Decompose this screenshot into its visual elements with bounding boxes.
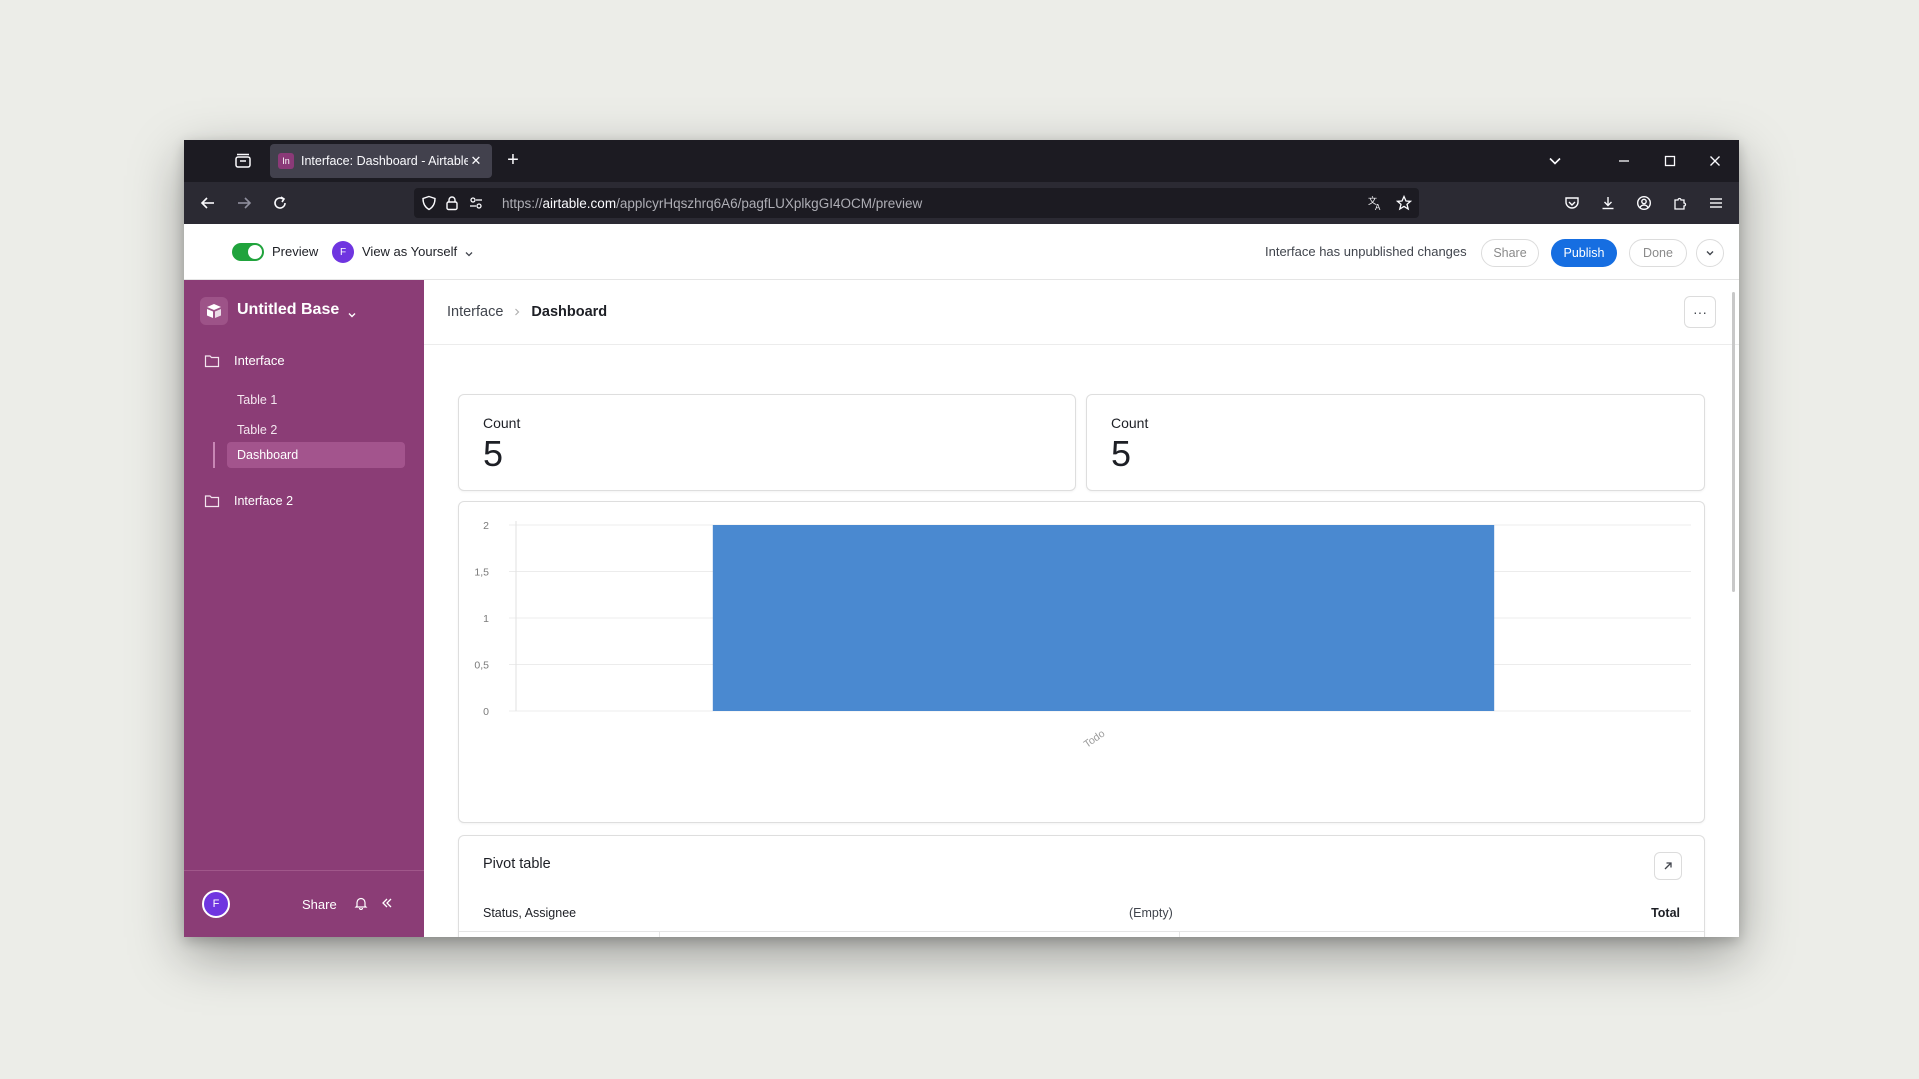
x-tick-label: Todo bbox=[1082, 728, 1108, 751]
close-icon[interactable]: ✕ bbox=[468, 153, 484, 169]
y-tick-label: 2 bbox=[483, 520, 489, 532]
tab-title: Interface: Dashboard - Airtable bbox=[301, 154, 468, 168]
y-tick-label: 1 bbox=[483, 613, 489, 625]
svg-text:A: A bbox=[1375, 203, 1381, 211]
stat-label: Count bbox=[483, 415, 521, 431]
stat-value: 5 bbox=[483, 433, 504, 474]
done-button[interactable]: Done bbox=[1629, 239, 1687, 267]
count-card[interactable]: Count 5 bbox=[458, 394, 1076, 491]
breadcrumb: Interface Dashboard bbox=[447, 304, 607, 320]
address-bar[interactable]: https://airtable.com/applcyrHqszhrq6A6/p… bbox=[414, 188, 1419, 218]
url-path: /applcyrHqszhrq6A6/pagfLUXplkgGI4OCM/pre… bbox=[616, 196, 923, 211]
sidebar-item-table-2[interactable]: Table 2 bbox=[227, 417, 405, 443]
minimize-icon[interactable] bbox=[1611, 148, 1637, 174]
tab-favicon: In bbox=[278, 153, 294, 169]
sidebar-item-label: Table 1 bbox=[237, 393, 278, 407]
avatar[interactable]: F bbox=[202, 890, 230, 918]
pivot-column-header: (Empty) bbox=[1129, 906, 1173, 920]
preview-label: Preview bbox=[272, 244, 319, 259]
forward-arrow-icon[interactable] bbox=[232, 191, 256, 215]
browser-window: In Interface: Dashboard - Airtable ✕ + h… bbox=[184, 140, 1739, 937]
more-options-button[interactable] bbox=[1696, 239, 1724, 267]
folder-icon bbox=[204, 495, 220, 508]
download-icon[interactable] bbox=[1596, 191, 1620, 215]
sidebar-item-table-1[interactable]: Table 1 bbox=[227, 387, 405, 413]
count-card[interactable]: Count 5 bbox=[1086, 394, 1705, 491]
pivot-column-divider bbox=[659, 931, 660, 937]
sidebar-item-label: Table 2 bbox=[237, 423, 278, 437]
pivot-table-card[interactable]: Pivot table Status, Assignee (Empty) Tot… bbox=[458, 835, 1705, 937]
y-tick-label: 0,5 bbox=[474, 660, 489, 672]
lock-icon[interactable] bbox=[444, 195, 460, 211]
pivot-column-header: Total bbox=[1651, 906, 1680, 920]
share-button[interactable]: Share bbox=[1481, 239, 1539, 267]
reload-icon[interactable] bbox=[268, 191, 292, 215]
folder-icon bbox=[204, 354, 220, 367]
permissions-icon[interactable] bbox=[468, 195, 484, 211]
account-icon[interactable] bbox=[1632, 191, 1656, 215]
stat-value: 5 bbox=[1111, 433, 1132, 474]
translate-icon[interactable]: 文A bbox=[1367, 195, 1383, 211]
chevron-right-icon bbox=[515, 308, 520, 316]
chevron-down-icon[interactable] bbox=[1542, 148, 1568, 174]
back-arrow-icon[interactable] bbox=[196, 191, 220, 215]
sidebar-folder-interface-2[interactable]: Interface 2 bbox=[204, 494, 293, 508]
sidebar: Untitled Base Interface Table 1 Table 2 … bbox=[184, 280, 424, 937]
tab-list-icon[interactable] bbox=[232, 150, 254, 172]
pocket-icon[interactable] bbox=[1560, 191, 1584, 215]
sidebar-footer: F Share bbox=[184, 870, 424, 937]
menu-icon[interactable] bbox=[1704, 191, 1728, 215]
maximize-icon[interactable] bbox=[1657, 148, 1683, 174]
sidebar-item-dashboard[interactable]: Dashboard bbox=[227, 442, 405, 468]
unpublished-status: Interface has unpublished changes bbox=[1265, 244, 1467, 259]
bar-chart-card[interactable]: 0 0,5 1 1,5 2 Todo bbox=[458, 501, 1705, 823]
page-title: Dashboard bbox=[531, 304, 608, 320]
y-tick-label: 0 bbox=[483, 706, 489, 718]
collapse-sidebar-icon[interactable] bbox=[379, 895, 395, 911]
tab-strip: In Interface: Dashboard - Airtable ✕ + bbox=[184, 140, 1739, 182]
interface-toolbar: Preview F View as Yourself Interface has… bbox=[184, 224, 1739, 280]
url-host: airtable.com bbox=[542, 196, 617, 211]
sidebar-folder-label: Interface 2 bbox=[234, 494, 294, 508]
pivot-header-divider bbox=[459, 931, 1704, 932]
view-as-avatar[interactable]: F bbox=[332, 241, 354, 263]
close-window-icon[interactable] bbox=[1702, 148, 1728, 174]
base-logo-icon[interactable] bbox=[200, 297, 228, 325]
bell-icon[interactable] bbox=[353, 895, 369, 911]
base-name[interactable]: Untitled Base bbox=[237, 301, 339, 319]
pivot-title: Pivot table bbox=[483, 856, 551, 872]
navigation-bar: https://airtable.com/applcyrHqszhrq6A6/p… bbox=[184, 182, 1739, 224]
preview-toggle[interactable] bbox=[232, 243, 264, 261]
stat-label: Count bbox=[1111, 415, 1149, 431]
url-prefix: https:// bbox=[502, 196, 543, 211]
chevron-down-icon[interactable] bbox=[464, 246, 474, 257]
pivot-column-divider bbox=[1179, 931, 1180, 937]
extensions-icon[interactable] bbox=[1668, 191, 1692, 215]
sidebar-item-label: Dashboard bbox=[237, 448, 299, 462]
url-text[interactable]: https://airtable.com/applcyrHqszhrq6A6/p… bbox=[502, 196, 922, 211]
breadcrumb-interface[interactable]: Interface bbox=[447, 304, 503, 320]
shield-icon[interactable] bbox=[421, 195, 437, 211]
browser-tab[interactable]: In Interface: Dashboard - Airtable ✕ bbox=[270, 144, 492, 178]
divider bbox=[424, 344, 1739, 345]
active-indicator bbox=[213, 442, 215, 468]
chevron-down-icon[interactable] bbox=[347, 307, 357, 318]
scrollbar[interactable] bbox=[1732, 292, 1735, 592]
pivot-column-header: Status, Assignee bbox=[483, 906, 577, 920]
page-more-button[interactable]: ··· bbox=[1684, 296, 1716, 328]
bar-chart: 0 0,5 1 1,5 2 Todo bbox=[474, 520, 1691, 751]
chevron-down-icon bbox=[1706, 251, 1714, 256]
sidebar-share-button[interactable]: Share bbox=[302, 897, 337, 912]
publish-button[interactable]: Publish bbox=[1551, 239, 1617, 267]
expand-icon[interactable] bbox=[1654, 852, 1682, 880]
main-content: Interface Dashboard ··· Count 5 Count 5 … bbox=[424, 280, 1739, 937]
view-as-selector[interactable]: View as Yourself bbox=[362, 244, 457, 259]
star-icon[interactable] bbox=[1396, 195, 1412, 211]
new-tab-icon[interactable]: + bbox=[502, 150, 524, 172]
bar-todo bbox=[712, 525, 1495, 711]
y-tick-label: 1,5 bbox=[474, 567, 489, 579]
